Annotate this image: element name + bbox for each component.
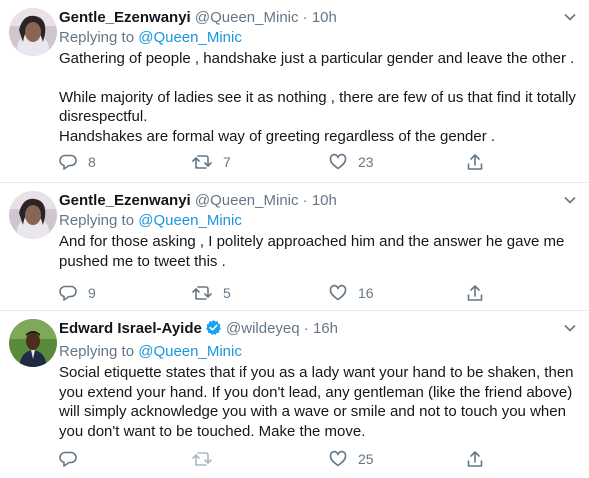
like-count: 25 [358,451,374,467]
tweet-actions: 9 5 16 [59,284,489,304]
share-button[interactable] [466,284,484,302]
replying-to-label: Replying to [59,343,135,360]
reply-button[interactable] [59,450,88,468]
tweet[interactable]: Gentle_Ezenwanyi @Queen_Minic · 10h Repl… [0,183,589,311]
user-handle[interactable]: @Queen_Minic [195,192,299,209]
replying-to: Replying to @Queen_Minic [59,211,577,231]
replying-to-label: Replying to [59,212,135,229]
user-handle[interactable]: @wildeyeq [226,320,300,337]
reply-button[interactable]: 9 [59,284,96,302]
tweet-paragraph: Gathering of people , handshake just a p… [59,50,575,67]
tweet[interactable]: Gentle_Ezenwanyi @Queen_Minic · 10h Repl… [0,0,589,183]
share-icon [467,154,483,170]
user-handle[interactable]: @Queen_Minic [195,9,299,26]
verified-badge-icon [205,319,222,342]
avatar[interactable] [9,319,57,367]
replying-to-link[interactable]: @Queen_Minic [138,212,242,229]
replying-to-link[interactable]: @Queen_Minic [138,343,242,360]
retweet-icon [192,155,212,169]
like-icon [329,284,347,301]
tweet-text: Gathering of people , handshake just a p… [59,49,577,146]
replying-to-label: Replying to [59,29,135,46]
timestamp[interactable]: 10h [312,9,337,26]
tweet-actions: 8 7 23 [59,153,489,173]
retweet-button[interactable] [192,450,223,468]
like-icon [329,450,347,467]
reply-icon [59,154,77,170]
replying-to-link[interactable]: @Queen_Minic [138,29,242,46]
tweet-paragraph: And for those asking , I politely approa… [59,233,565,270]
separator-dot: · [302,192,308,209]
share-icon [467,451,483,467]
tweet-header: Edward Israel-Ayide @wildeyeq · 16h [59,319,577,342]
retweet-count: 5 [223,285,231,301]
share-button[interactable] [466,153,484,171]
retweet-icon [192,452,212,466]
like-button[interactable]: 23 [329,153,374,171]
reply-count: 9 [88,285,96,301]
avatar[interactable] [9,8,57,56]
timestamp[interactable]: 16h [313,320,338,337]
tweet-header: Gentle_Ezenwanyi @Queen_Minic · 10h [59,191,577,211]
chevron-down-icon[interactable] [563,193,577,212]
reply-button[interactable]: 8 [59,153,96,171]
like-icon [329,153,347,170]
chevron-down-icon[interactable] [563,321,577,340]
like-count: 16 [358,285,374,301]
replying-to: Replying to @Queen_Minic [59,28,577,48]
reply-icon [59,451,77,467]
share-button[interactable] [466,450,484,468]
tweet-paragraph: Handshakes are formal way of greeting re… [59,127,496,145]
replying-to: Replying to @Queen_Minic [59,342,577,362]
retweet-icon [192,286,212,300]
reply-count: 8 [88,154,96,170]
retweet-button[interactable]: 5 [192,284,231,302]
tweet-header: Gentle_Ezenwanyi @Queen_Minic · 10h [59,8,577,28]
tweet-text: Social etiquette states that if you as a… [59,363,577,441]
tweet-paragraph: Social etiquette states that if you as a… [59,364,574,440]
chevron-down-icon[interactable] [563,10,577,29]
tweet-paragraph: While majority of ladies see it as nothi… [59,88,576,126]
like-button[interactable]: 16 [329,284,374,302]
tweet[interactable]: Edward Israel-Ayide @wildeyeq · 16h Repl… [0,311,589,478]
like-button[interactable]: 25 [329,450,374,468]
reply-icon [59,285,77,301]
retweet-button[interactable]: 7 [192,153,231,171]
share-icon [467,285,483,301]
display-name[interactable]: Gentle_Ezenwanyi [59,192,191,209]
display-name[interactable]: Edward Israel-Ayide [59,320,202,337]
display-name[interactable]: Gentle_Ezenwanyi [59,9,191,26]
tweet-actions: 25 [59,450,489,470]
timestamp[interactable]: 10h [312,192,337,209]
like-count: 23 [358,154,374,170]
separator-dot: · [302,9,308,26]
retweet-count: 7 [223,154,231,170]
separator-dot: · [303,320,309,337]
tweet-text: And for those asking , I politely approa… [59,232,577,271]
avatar[interactable] [9,191,57,239]
